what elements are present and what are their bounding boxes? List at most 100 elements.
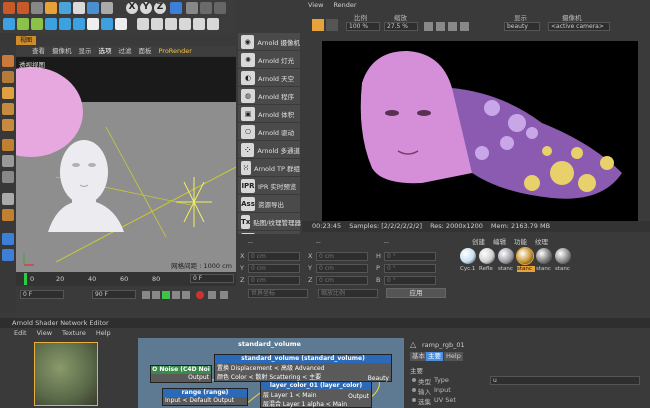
- arnold-menu-item[interactable]: ⁙ Arnold TP 群组: [238, 159, 300, 177]
- range-input-port[interactable]: Input < Default Output: [163, 397, 247, 404]
- next-frame-icon[interactable]: [172, 291, 180, 299]
- timeline-playhead[interactable]: [24, 273, 27, 285]
- material-name[interactable]: stanc: [517, 266, 535, 272]
- start-frame-field[interactable]: 0 F: [20, 290, 64, 299]
- noise-node-output[interactable]: Output: [151, 374, 211, 381]
- material-swatch[interactable]: [555, 248, 571, 264]
- material-name[interactable]: Cyc.1: [460, 266, 478, 272]
- material-name[interactable]: Refle: [479, 266, 497, 272]
- coord-field[interactable]: 0 cm: [316, 276, 368, 285]
- undo-icon[interactable]: [3, 2, 15, 14]
- material-name[interactable]: stanc: [536, 266, 554, 272]
- y-axis-icon[interactable]: Y: [140, 2, 152, 14]
- plugin-icon-6[interactable]: [207, 18, 219, 30]
- viewport-menu-camera[interactable]: 摄像机: [52, 46, 72, 56]
- attr-tab-main[interactable]: 主要: [426, 352, 443, 361]
- recent-icon[interactable]: [87, 2, 99, 14]
- materials-menu-edit[interactable]: 编辑: [493, 236, 506, 246]
- lock-icon[interactable]: [2, 171, 14, 183]
- viewport-menu-panel[interactable]: 面板: [139, 46, 152, 56]
- perspective-viewport[interactable]: 透视视图 网格间距 : 1000 cm: [16, 57, 236, 272]
- pause-render-button[interactable]: [312, 19, 324, 31]
- rotate-icon[interactable]: [73, 2, 85, 14]
- auto-key-icon[interactable]: [220, 291, 228, 299]
- type-select[interactable]: u: [490, 376, 640, 385]
- region-icon[interactable]: [424, 22, 433, 31]
- channel-icon[interactable]: [448, 22, 457, 31]
- prev-frame-icon[interactable]: [152, 291, 160, 299]
- scale-select[interactable]: 缩放比例: [318, 289, 378, 298]
- transform-icon[interactable]: [101, 2, 113, 14]
- coord-field[interactable]: 0 °: [384, 276, 436, 285]
- viewport-menu-display[interactable]: 显示: [79, 46, 92, 56]
- materials-menu-texture[interactable]: 纹理: [535, 236, 548, 246]
- scale-icon[interactable]: [59, 2, 71, 14]
- material-name[interactable]: stanc: [498, 266, 516, 272]
- bend-icon[interactable]: [59, 18, 71, 30]
- apply-button[interactable]: 应用: [386, 288, 446, 298]
- arnold-menu-item[interactable]: Ass 资源导出: [238, 195, 300, 213]
- arnold-menu-item[interactable]: ✺ Arnold 灯光: [238, 51, 300, 69]
- camera-select[interactable]: <active camera>: [548, 22, 610, 31]
- move-icon[interactable]: [45, 2, 57, 14]
- arnold-menu-item[interactable]: Tx 贴图/纹理管理器: [238, 213, 301, 231]
- axis-mode-icon[interactable]: [2, 139, 14, 151]
- material-swatch[interactable]: [536, 248, 552, 264]
- go-end-icon[interactable]: [182, 291, 190, 299]
- render-settings-icon[interactable]: [214, 2, 226, 14]
- node-menu-view[interactable]: View: [37, 328, 52, 338]
- arnold-menu-item[interactable]: IPR IPR 实时预览: [238, 177, 300, 195]
- layer-1-alpha-port[interactable]: 层混合 Layer 1 alpha < Main: [261, 399, 371, 408]
- go-start-icon[interactable]: [142, 291, 150, 299]
- world-coords-select[interactable]: 世界坐标: [248, 289, 308, 298]
- arnold-menu-item[interactable]: ◍ Arnold 程序: [238, 87, 300, 105]
- node-menu-edit[interactable]: Edit: [14, 328, 27, 338]
- plugin-icon-4[interactable]: [179, 18, 191, 30]
- snapshot-icon[interactable]: [460, 22, 469, 31]
- arnold-menu-item[interactable]: ⎔ Arnold 驱动: [238, 123, 300, 141]
- material-swatch[interactable]: [516, 247, 534, 265]
- viewport-menu-options[interactable]: 选项: [99, 46, 112, 56]
- start-render-button[interactable]: [326, 19, 338, 31]
- viewport-tab[interactable]: 视图: [16, 36, 36, 45]
- solo-icon[interactable]: [2, 233, 14, 245]
- materials-menu-function[interactable]: 功能: [514, 236, 527, 246]
- attr-keyframe-dot[interactable]: [412, 388, 416, 392]
- select-icon[interactable]: [31, 2, 43, 14]
- node-menu-help[interactable]: Help: [96, 328, 111, 338]
- node-graph[interactable]: standard_volume O Noise (C4D Noi Output …: [138, 338, 404, 408]
- layer-output-port[interactable]: Output: [348, 393, 369, 400]
- node-menu-texture[interactable]: Texture: [62, 328, 86, 338]
- volume-color-port[interactable]: 颜色 Color < 散射 Scattering < 主要: [215, 372, 391, 381]
- timeline[interactable]: 0 20 40 60 80 0 F: [16, 272, 236, 286]
- subdivision-icon[interactable]: [31, 18, 43, 30]
- render-menu-view[interactable]: View: [308, 0, 323, 11]
- attr-keyframe-dot[interactable]: [412, 378, 416, 382]
- coord-system-icon[interactable]: [170, 2, 182, 14]
- attr-tab-basic[interactable]: 基本: [410, 352, 427, 361]
- standard-volume-node[interactable]: standard_volume (standard_volume) 置换 Dis…: [214, 354, 392, 382]
- arnold-menu-item[interactable]: ◐ Arnold 天空: [238, 69, 300, 87]
- texture-mode-icon[interactable]: [2, 71, 14, 83]
- scene-icon[interactable]: [101, 18, 113, 30]
- grid-icon[interactable]: [2, 193, 14, 205]
- keyframe-icon[interactable]: [208, 291, 216, 299]
- material-swatch[interactable]: [498, 248, 514, 264]
- plugin-icon-5[interactable]: [193, 18, 205, 30]
- end-frame-field[interactable]: 90 F: [92, 290, 136, 299]
- redo-icon[interactable]: [17, 2, 29, 14]
- x-axis-icon[interactable]: X: [126, 2, 138, 14]
- material-name[interactable]: stanc: [555, 266, 573, 272]
- material-preview-swatch[interactable]: [34, 342, 98, 406]
- material-swatch[interactable]: [479, 248, 495, 264]
- arnold-menu-item[interactable]: ▣ Arnold 体积: [238, 105, 300, 123]
- coord-field[interactable]: 0 cm: [316, 264, 368, 273]
- viewport-menu-view[interactable]: 查看: [32, 46, 45, 56]
- attr-keyframe-dot[interactable]: [412, 398, 416, 402]
- plugin-icon-2[interactable]: [151, 18, 163, 30]
- plugin-icon-1[interactable]: [137, 18, 149, 30]
- volume-displacement-port[interactable]: 置换 Displacement < 高级 Advanced: [215, 363, 391, 372]
- workplane-icon[interactable]: [2, 209, 14, 221]
- sculpt-icon[interactable]: [2, 249, 14, 261]
- floor-icon[interactable]: [73, 18, 85, 30]
